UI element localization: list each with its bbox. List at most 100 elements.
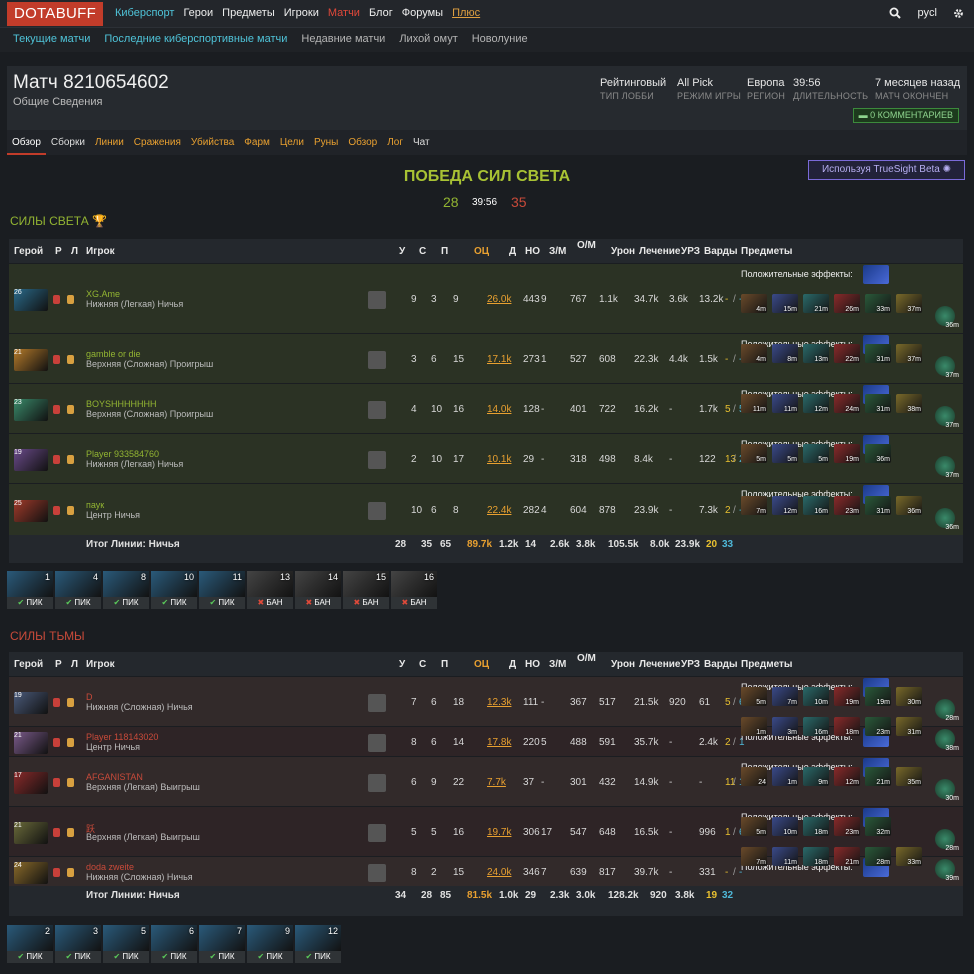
subnav-turbo[interactable]: Лихой омут	[399, 33, 457, 45]
item-icon[interactable]: 31m	[865, 344, 891, 363]
subnav-pro-matches[interactable]: Последние киберспортивные матчи	[104, 33, 287, 45]
tab-log[interactable]: Лог	[382, 130, 408, 155]
draft-slot[interactable]: 4 ✔ ПИК	[55, 571, 101, 609]
item-icon[interactable]: 24m	[834, 394, 860, 413]
language-selector[interactable]: pycl	[917, 7, 937, 19]
draft-slot[interactable]: 13 ✖ БАН	[247, 571, 293, 609]
item-icon[interactable]: 8m	[772, 344, 798, 363]
nav-matches[interactable]: Матчи	[328, 7, 360, 19]
tab-chat[interactable]: Чат	[408, 130, 435, 155]
rank-medal[interactable]	[368, 864, 386, 882]
player-name[interactable]: Player 933584760	[86, 449, 159, 459]
item-icon[interactable]: 16m	[803, 717, 829, 736]
player-name[interactable]: BOYSHHHHHHH	[86, 399, 157, 409]
item-icon[interactable]: 19m	[834, 687, 860, 706]
item-icon[interactable]: 26m	[834, 294, 860, 313]
draft-slot[interactable]: 1 ✔ ПИК	[7, 571, 53, 609]
draft-slot[interactable]: 10 ✔ ПИК	[151, 571, 197, 609]
tab-combat[interactable]: Сражения	[129, 130, 186, 155]
item-icon[interactable]: 24	[741, 767, 767, 786]
item-icon[interactable]: 3m	[772, 717, 798, 736]
item-icon[interactable]: 23m	[834, 496, 860, 515]
item-icon[interactable]: 19m	[834, 444, 860, 463]
rank-medal[interactable]	[368, 774, 386, 792]
nav-plus[interactable]: Плюс	[452, 7, 480, 19]
rank-medal[interactable]	[368, 451, 386, 469]
tab-runes[interactable]: Руны	[309, 130, 343, 155]
draft-slot[interactable]: 8 ✔ ПИК	[103, 571, 149, 609]
item-icon[interactable]: 4m	[741, 294, 767, 313]
neutral-item-icon[interactable]: 39m	[935, 859, 959, 882]
item-icon[interactable]: 21m	[865, 767, 891, 786]
draft-slot[interactable]: 16 ✖ БАН	[391, 571, 437, 609]
item-icon[interactable]: 5m	[772, 444, 798, 463]
item-icon[interactable]: 22m	[834, 344, 860, 363]
tab-farm[interactable]: Фарм	[239, 130, 275, 155]
player-name[interactable]: AFGANISTAN	[86, 772, 143, 782]
item-icon[interactable]: 19m	[865, 687, 891, 706]
item-icon[interactable]: 36m	[896, 496, 922, 515]
subnav-live[interactable]: Текущие матчи	[13, 33, 90, 45]
player-name[interactable]: gamble or die	[86, 349, 141, 359]
item-icon[interactable]: 15m	[772, 294, 798, 313]
item-icon[interactable]: 21m	[803, 294, 829, 313]
item-icon[interactable]: 18m	[803, 817, 829, 836]
subnav-new-moon[interactable]: Новолуние	[472, 33, 528, 45]
item-icon[interactable]: 21m	[834, 847, 860, 866]
comments-button[interactable]: ▬ 0 КОММЕНТАРИЕВ	[852, 108, 959, 123]
player-name[interactable]: D	[86, 692, 93, 702]
draft-slot[interactable]: 14 ✖ БАН	[295, 571, 341, 609]
rank-medal[interactable]	[368, 401, 386, 419]
item-icon[interactable]: 31m	[865, 496, 891, 515]
item-icon[interactable]: 37m	[896, 294, 922, 313]
neutral-item-icon[interactable]: 28m	[935, 699, 959, 722]
item-icon[interactable]: 31m	[896, 717, 922, 736]
gear-icon[interactable]	[953, 8, 964, 19]
search-icon[interactable]	[889, 7, 902, 19]
player-name[interactable]: XG.Ame	[86, 289, 120, 299]
draft-slot[interactable]: 15 ✖ БАН	[343, 571, 389, 609]
rank-medal[interactable]	[368, 694, 386, 712]
item-icon[interactable]: 4m	[741, 344, 767, 363]
rank-medal[interactable]	[368, 351, 386, 369]
item-icon[interactable]: 28m	[865, 847, 891, 866]
item-icon[interactable]: 12m	[772, 496, 798, 515]
item-icon[interactable]: 16m	[803, 496, 829, 515]
neutral-item-icon[interactable]: 37m	[935, 456, 959, 479]
tab-vision[interactable]: Обзор	[343, 130, 382, 155]
draft-slot[interactable]: 5 ✔ ПИК	[103, 925, 149, 963]
dotabuff-logo[interactable]: DOTABUFF	[7, 2, 103, 26]
item-icon[interactable]: 23m	[834, 817, 860, 836]
item-icon[interactable]: 30m	[896, 687, 922, 706]
item-icon[interactable]: 23m	[865, 717, 891, 736]
draft-slot[interactable]: 12 ✔ ПИК	[295, 925, 341, 963]
rank-medal[interactable]	[368, 734, 386, 752]
draft-slot[interactable]: 7 ✔ ПИК	[199, 925, 245, 963]
item-icon[interactable]: 5m	[741, 817, 767, 836]
tab-objectives[interactable]: Цели	[275, 130, 309, 155]
draft-slot[interactable]: 6 ✔ ПИК	[151, 925, 197, 963]
item-icon[interactable]: 9m	[803, 767, 829, 786]
item-icon[interactable]: 12m	[803, 394, 829, 413]
item-icon[interactable]: 5m	[741, 444, 767, 463]
item-icon[interactable]: 11m	[772, 394, 798, 413]
rank-medal[interactable]	[368, 824, 386, 842]
item-icon[interactable]: 18m	[803, 847, 829, 866]
draft-slot[interactable]: 2 ✔ ПИК	[7, 925, 53, 963]
item-icon[interactable]: 1m	[772, 767, 798, 786]
item-icon[interactable]: 11m	[741, 394, 767, 413]
item-icon[interactable]: 10m	[803, 687, 829, 706]
tab-builds[interactable]: Сборки	[46, 130, 90, 155]
item-icon[interactable]: 7m	[772, 687, 798, 706]
player-name[interactable]: паук	[86, 500, 104, 510]
neutral-item-icon[interactable]: 37m	[935, 406, 959, 429]
item-icon[interactable]: 7m	[741, 847, 767, 866]
item-icon[interactable]: 33m	[896, 847, 922, 866]
item-icon[interactable]: 35m	[896, 767, 922, 786]
item-icon[interactable]: 38m	[896, 394, 922, 413]
item-icon[interactable]: 11m	[772, 847, 798, 866]
item-icon[interactable]: 32m	[865, 817, 891, 836]
item-icon[interactable]: 1m	[741, 717, 767, 736]
neutral-item-icon[interactable]: 38m	[935, 729, 959, 752]
neutral-item-icon[interactable]: 37m	[935, 356, 959, 379]
